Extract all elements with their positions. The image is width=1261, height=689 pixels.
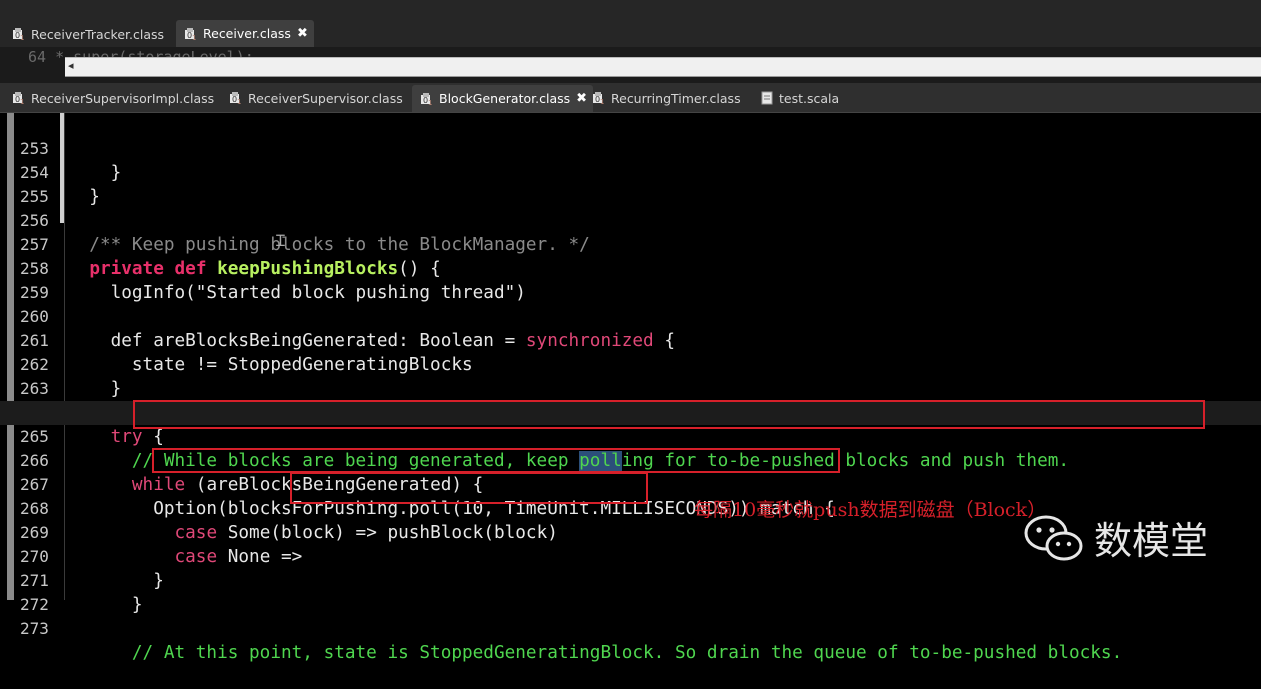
code-line-254: 254 } [0,137,1261,207]
close-icon[interactable]: ✖ [297,26,308,41]
tab-label: RecurringTimer.class [611,90,741,106]
tab-recurringtimer[interactable]: 01 RecurringTimer.class [584,86,747,110]
watermark: 数模堂 [1022,510,1208,565]
tab-blockgenerator[interactable]: 01 BlockGenerator.class ✖ [412,85,594,112]
tab-test-scala[interactable]: test.scala [752,86,845,110]
class-file-icon: 01 [420,92,434,106]
code-line-261: 261 state != StoppedGeneratingBlocks [0,305,1261,375]
svg-text:1: 1 [237,98,241,105]
code-line-273: 273 // At this point, state is StoppedGe… [0,593,1261,663]
svg-text:1: 1 [20,98,24,105]
tab-receiver[interactable]: 01 Receiver.class ✖ [176,20,314,47]
class-file-icon: 01 [12,91,26,105]
class-file-icon: 01 [229,91,243,105]
svg-text:1: 1 [428,99,432,106]
code-line-256: 256 /** Keep pushing blocks to the Block… [0,185,1261,255]
highlight-box-case-some [290,472,648,504]
code-line-264: 264 try { [0,377,1261,447]
horizontal-scrollbar[interactable]: ◂ [65,57,1261,77]
tab-label: ReceiverSupervisor.class [248,90,403,106]
svg-text:1: 1 [192,34,196,41]
code-line-259: 259 [0,257,1261,302]
highlight-box-comment [133,400,1205,429]
tab-receiversupervisorimpl[interactable]: 01 ReceiverSupervisorImpl.class [4,86,220,110]
tab-receivertracker[interactable]: 01 ReceiverTracker.class [4,22,170,46]
highlight-box-option-poll [152,448,840,473]
code-line-263: 263 [0,353,1261,398]
scala-file-icon [760,91,774,105]
svg-text:1: 1 [20,34,24,41]
code-line-258: 258 logInfo("Started block pushing threa… [0,233,1261,303]
class-file-icon: 01 [184,27,198,41]
code-line-255: 255 [0,161,1261,206]
tab-label: ReceiverSupervisorImpl.class [31,90,215,106]
code-line-260: 260 def areBlocksBeingGenerated: Boolean… [0,281,1261,351]
code-line-257: 257 private def keepPushingBlocks() { [0,209,1261,279]
tab-receiversupervisor[interactable]: 01 ReceiverSupervisor.class [221,86,409,110]
class-file-icon: 01 [12,27,26,41]
text-cursor-icon: Ɪ [276,231,285,250]
tab-label: ReceiverTracker.class [31,26,165,42]
line-comment: // At this point, state is StoppedGenera… [68,643,1123,663]
top-tab-bar: 01 ReceiverTracker.class 01 Receiver.cla… [0,0,1261,47]
class-file-icon: 01 [592,91,606,105]
svg-text:1: 1 [600,98,604,105]
watermark-text: 数模堂 [1094,519,1209,563]
tab-label: BlockGenerator.class [439,91,571,106]
code-line-253: 253 } [0,113,1261,183]
tab-label: Receiver.class [203,26,291,41]
annotation-text: 每隔10毫秒就push数据到磁盘（Block） [694,499,1047,521]
tab-label: test.scala [779,90,840,106]
wechat-icon [1024,515,1083,560]
line-number: 273 [20,619,49,638]
code-line-272: 272 [0,569,1261,614]
code-line-262: 262 } [0,329,1261,399]
editor-tab-bar: 01 ReceiverSupervisorImpl.class 01 Recei… [0,83,1261,113]
scroll-left-arrow-icon[interactable]: ◂ [68,59,74,72]
